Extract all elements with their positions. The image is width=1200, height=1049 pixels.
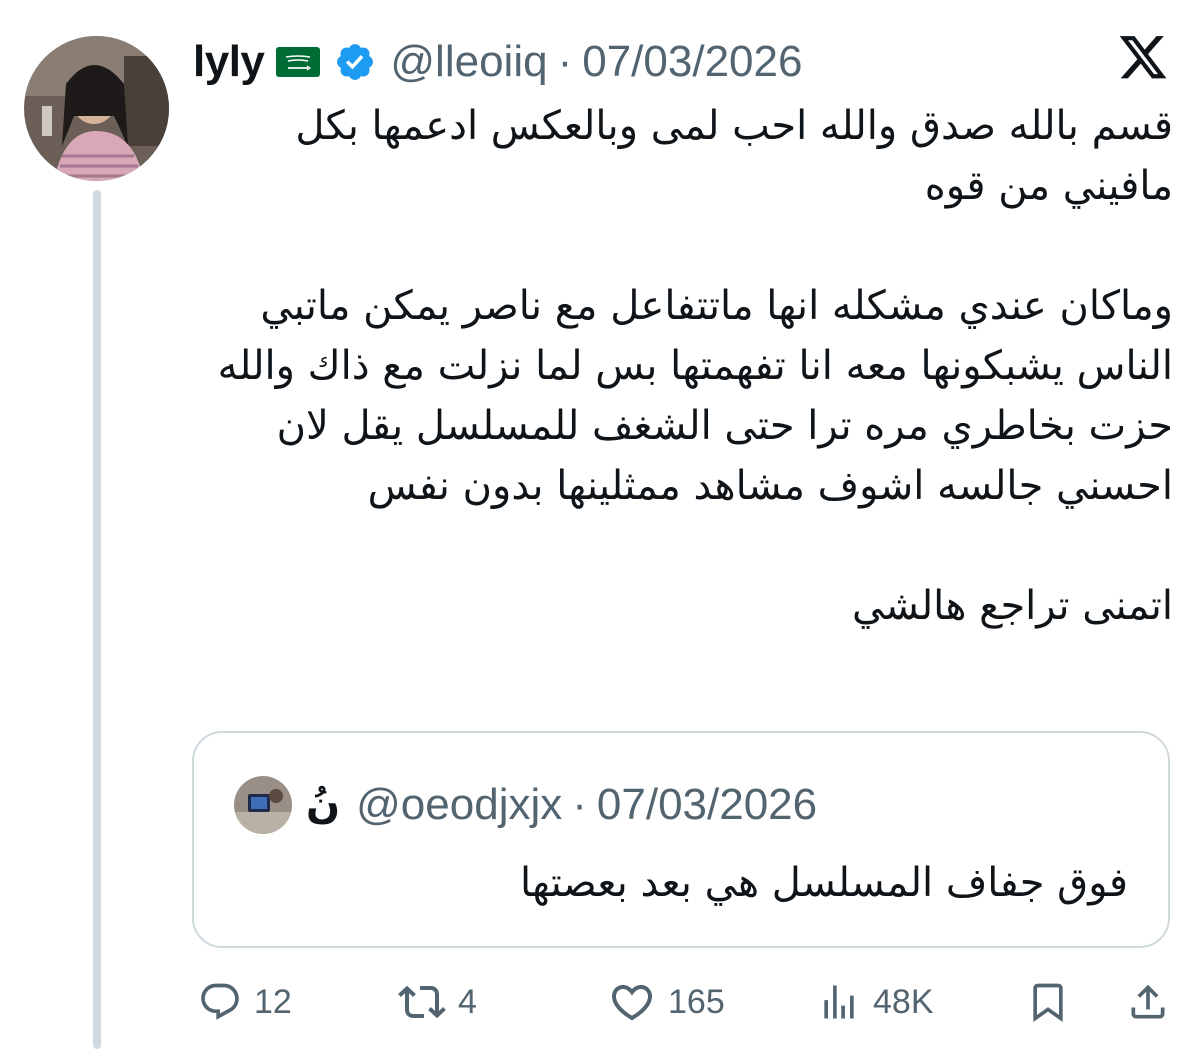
like-count: 165 (668, 982, 725, 1021)
quoted-author-name[interactable]: نُ (306, 782, 340, 828)
x-logo-icon[interactable] (1117, 36, 1169, 84)
tweet-body: قسم بالله صدق والله احب لمى وبالعكس ادعم… (193, 96, 1173, 636)
like-button[interactable]: 165 (608, 972, 725, 1032)
reply-button[interactable]: 12 (198, 972, 292, 1032)
verified-badge-icon (334, 41, 376, 83)
tweet-paragraph: اتمنى تراجع هالشي (851, 583, 1173, 629)
tweet-paragraph: قسم بالله صدق والله احب لمى وبالعكس ادعم… (295, 103, 1173, 209)
views-chart-icon (817, 980, 861, 1024)
reply-icon (198, 980, 242, 1024)
repost-count: 4 (458, 982, 477, 1021)
author-avatar[interactable] (24, 36, 169, 181)
quoted-tweet-header: نُ @oeodjxjx · 07/03/2026 (234, 775, 817, 835)
separator-dot: · (557, 37, 573, 86)
share-icon (1126, 980, 1170, 1024)
repost-button[interactable]: 4 (398, 972, 477, 1032)
reply-count: 12 (254, 982, 292, 1021)
heart-icon (608, 978, 656, 1026)
quoted-author-handle[interactable]: @oeodjxjx (356, 780, 562, 830)
share-button[interactable] (1126, 972, 1170, 1032)
tweet-date[interactable]: 07/03/2026 (582, 37, 802, 87)
author-handle[interactable]: @lleoiiq (390, 37, 547, 87)
separator-dot: · (572, 780, 587, 829)
tweet-paragraph: وماكان عندي مشكله انها ماتتفاعل مع ناصر … (217, 283, 1173, 509)
thread-line (93, 190, 101, 1049)
views-count: 48K (873, 982, 934, 1021)
quoted-tweet-body: فوق جفاف المسلسل هي بعد بعصتها (519, 860, 1128, 906)
quoted-tweet[interactable]: نُ @oeodjxjx · 07/03/2026 فوق جفاف المسل… (192, 731, 1170, 948)
quoted-tweet-date[interactable]: 07/03/2026 (597, 780, 817, 830)
repost-icon (398, 978, 446, 1026)
author-name[interactable]: lyly (193, 37, 265, 87)
views-button[interactable]: 48K (817, 972, 934, 1032)
bookmark-button[interactable] (1026, 972, 1070, 1032)
quoted-author-avatar[interactable] (234, 776, 292, 834)
saudi-flag-icon (276, 47, 321, 77)
action-bar: 12 4 165 48K (190, 972, 1175, 1032)
tweet-header: lyly @lleoiiq · 07/03/2026 (193, 32, 802, 92)
bookmark-icon (1026, 980, 1070, 1024)
